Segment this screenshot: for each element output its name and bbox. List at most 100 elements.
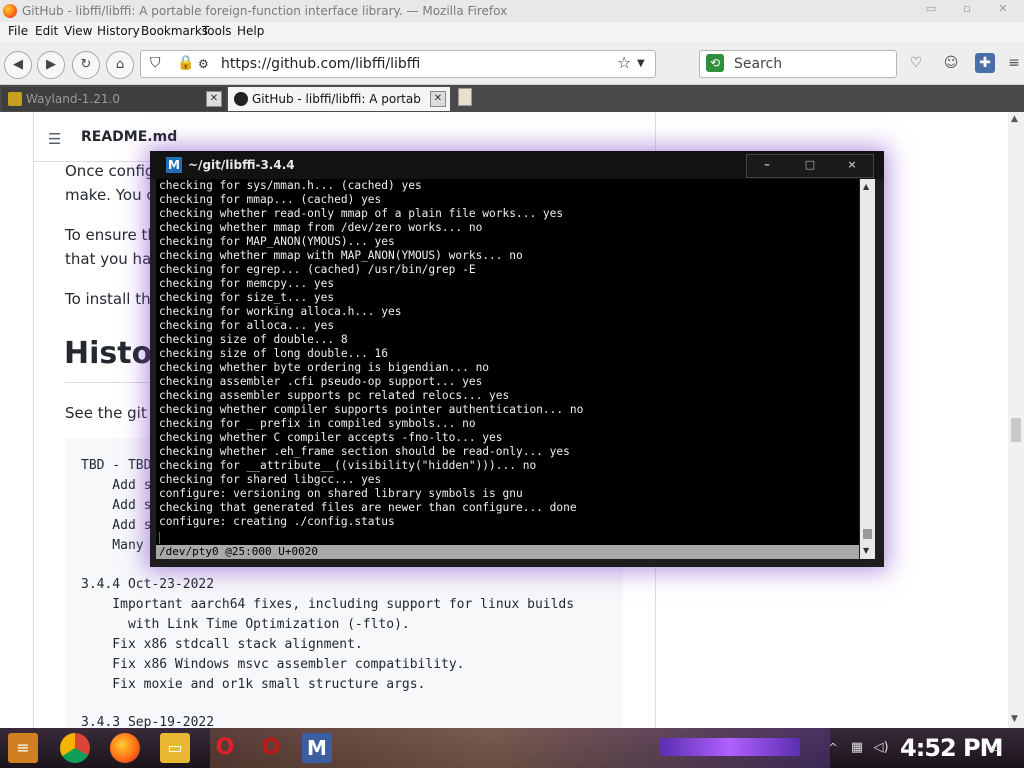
firefox-taskbar-icon[interactable] <box>110 733 140 763</box>
menu-file[interactable]: File <box>8 24 28 38</box>
terminal-close-button[interactable]: × <box>832 158 872 171</box>
code-line: TBD - TBD <box>81 458 152 473</box>
volume-icon[interactable]: ◁) <box>866 733 896 763</box>
start-menu-icon[interactable]: ≡ <box>8 733 38 763</box>
file-explorer-icon[interactable]: ▭ <box>160 733 190 763</box>
code-line: with Link Time Optimization (-flto). <box>81 617 410 632</box>
terminal-minimize-button[interactable]: – <box>747 158 787 171</box>
outline-icon[interactable]: ☰ <box>48 130 61 148</box>
terminal-line: checking for egrep... (cached) /usr/bin/… <box>159 263 476 276</box>
bookmark-star-icon[interactable]: ☆ <box>617 53 631 72</box>
terminal-line: checking assembler supports pc related r… <box>159 389 510 402</box>
new-tab-icon[interactable] <box>458 88 472 106</box>
tab-label: GitHub - libffi/libffi: A portab <box>252 92 421 106</box>
terminal-line: checking for MAP_ANON(YMOUS)... yes <box>159 235 395 248</box>
code-line: Add s <box>81 478 152 493</box>
mintty-taskbar-icon[interactable]: M <box>302 733 332 763</box>
terminal-line: checking whether mmap from /dev/zero wor… <box>159 221 483 234</box>
firefox-icon <box>3 4 17 18</box>
wayland-favicon-icon <box>8 92 22 106</box>
paragraph-text: To ensure th <box>65 226 157 244</box>
terminal-line: checking for size_t... yes <box>159 291 335 304</box>
url-dropdown-icon[interactable]: ▼ <box>637 58 645 69</box>
url-text[interactable]: https://github.com/libffi/libffi <box>221 56 420 72</box>
terminal-line: checking whether compiler supports point… <box>159 403 584 416</box>
pocket-icon[interactable]: ♡ <box>906 53 926 73</box>
scroll-up-icon[interactable]: ▲ <box>863 182 869 191</box>
terminal-line: checking for shared libgcc... yes <box>159 473 382 486</box>
scroll-up-icon[interactable]: ▲ <box>1011 114 1018 124</box>
notifications-icon[interactable]: ▭ <box>980 733 1010 763</box>
extensions-icon[interactable]: ✚ <box>975 53 995 73</box>
divider <box>65 382 155 383</box>
tab-wayland[interactable]: Wayland-1.21.0 ✕ <box>2 87 226 111</box>
overflow-menu-icon[interactable]: ≡ <box>1004 53 1024 73</box>
code-line: Add s <box>81 498 152 513</box>
menu-help[interactable]: Help <box>237 24 264 38</box>
menu-tools[interactable]: Tools <box>202 24 232 38</box>
forward-button[interactable]: ▶ <box>37 51 65 79</box>
scroll-down-icon[interactable]: ▼ <box>863 546 869 555</box>
tab-bar: Wayland-1.21.0 ✕ GitHub - libffi/libffi:… <box>0 85 1024 112</box>
close-button[interactable]: ✕ <box>986 2 1020 18</box>
window-title: GitHub - libffi/libffi: A portable forei… <box>22 4 508 18</box>
readme-label: README.md <box>81 129 178 145</box>
history-heading: Histo <box>64 336 153 371</box>
page-scrollbar[interactable]: ▲ ▼ <box>1008 112 1024 728</box>
terminal-scrollbar[interactable]: ▲ ▼ <box>860 179 875 559</box>
mintty-icon: M <box>166 157 182 173</box>
tab-github[interactable]: GitHub - libffi/libffi: A portab ✕ <box>228 87 450 111</box>
terminal-window-controls: – □ × <box>746 154 874 178</box>
shield-icon[interactable]: ⛉ <box>150 55 161 71</box>
scroll-down-icon[interactable]: ▼ <box>1011 714 1018 724</box>
search-bar[interactable]: ⟲ Search <box>699 50 897 78</box>
terminal-line: checking whether .eh_frame section shoul… <box>159 445 570 458</box>
code-line: Add s <box>81 518 152 533</box>
paragraph-text: make. You ca <box>65 186 164 204</box>
terminal-line: configure: versioning on shared library … <box>159 487 523 500</box>
home-button[interactable]: ⌂ <box>106 51 134 79</box>
taskbar-decoration <box>660 738 800 756</box>
permissions-icon[interactable]: ⚙ <box>198 57 209 71</box>
opera-icon[interactable]: O <box>210 733 240 763</box>
terminal-maximize-button[interactable]: □ <box>790 158 830 171</box>
terminal-line: checking size of long double... 16 <box>159 347 389 360</box>
reload-button[interactable]: ↻ <box>72 51 100 79</box>
search-input[interactable]: Search <box>734 56 782 72</box>
maximize-button[interactable]: ▫ <box>950 2 984 18</box>
terminal-line: checking whether read-only mmap of a pla… <box>159 207 564 220</box>
opera-gx-icon[interactable]: O <box>256 733 286 763</box>
terminal-line: checking whether C compiler accepts -fno… <box>159 431 503 444</box>
menu-edit[interactable]: Edit <box>35 24 58 38</box>
terminal-titlebar[interactable]: M ~/git/libffi-3.4.4 – □ × <box>150 151 884 179</box>
terminal-line: checking for mmap... (cached) yes <box>159 193 382 206</box>
scroll-thumb[interactable] <box>1011 418 1021 442</box>
lock-icon[interactable]: 🔒 <box>177 55 194 71</box>
tab-close-icon[interactable]: ✕ <box>206 91 222 107</box>
menu-bookmarks[interactable]: Bookmarks <box>141 24 208 38</box>
terminal-line: checking for _ prefix in compiled symbol… <box>159 417 476 430</box>
terminal-output[interactable]: checking for sys/mman.h... (cached) yes … <box>156 179 859 545</box>
divider <box>33 112 34 728</box>
menu-view[interactable]: View <box>64 24 92 38</box>
scroll-thumb[interactable] <box>863 529 872 539</box>
url-bar[interactable]: ⛉ 🔒 ⚙ https://github.com/libffi/libffi ☆… <box>140 50 656 78</box>
terminal-status-line: /dev/pty0 @25:000 U+0020 <box>156 545 859 559</box>
terminal-line: checking whether byte ordering is bigend… <box>159 361 490 374</box>
window-titlebar: GitHub - libffi/libffi: A portable forei… <box>0 0 1024 22</box>
search-engine-icon[interactable]: ⟲ <box>706 54 724 72</box>
code-line: Fix moxie and or1k small structure args. <box>81 677 426 692</box>
menu-bar: File Edit View History Bookmarks Tools H… <box>0 22 1024 42</box>
tab-close-icon[interactable]: ✕ <box>430 91 446 107</box>
terminal-window[interactable]: M ~/git/libffi-3.4.4 – □ × checking for … <box>150 151 884 567</box>
menu-history[interactable]: History <box>97 24 140 38</box>
chrome-icon[interactable] <box>60 733 90 763</box>
terminal-line: checking whether mmap with MAP_ANON(YMOU… <box>159 249 523 262</box>
account-icon[interactable]: ☺ <box>941 53 961 73</box>
paragraph-text: that you hav <box>65 250 161 268</box>
code-line: Fix x86 Windows msvc assembler compatibi… <box>81 657 465 672</box>
terminal-line: checking for working alloca.h... yes <box>159 305 402 318</box>
back-button[interactable]: ◀ <box>4 51 32 79</box>
minimize-button[interactable]: ▭ <box>914 2 948 18</box>
terminal-line: checking for memcpy... yes <box>159 277 335 290</box>
